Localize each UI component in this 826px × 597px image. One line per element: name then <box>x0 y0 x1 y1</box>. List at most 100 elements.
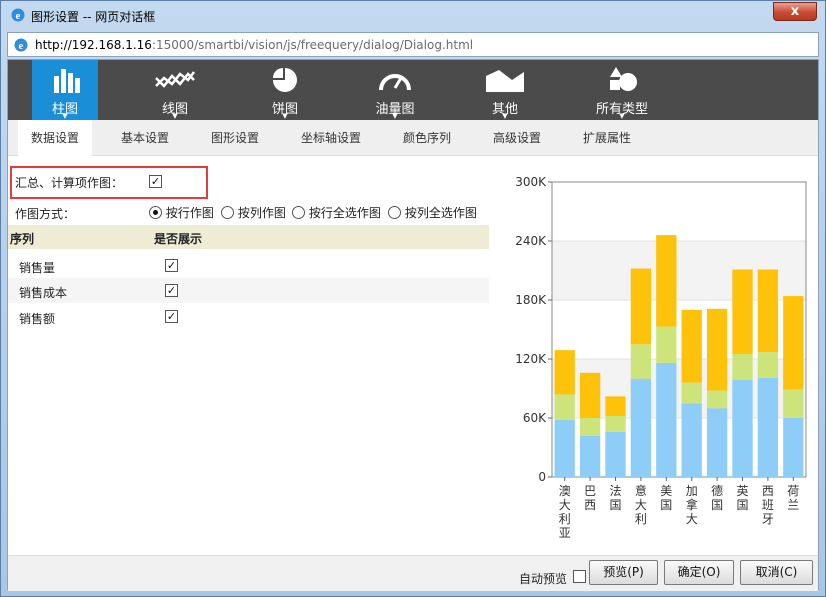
bar-segment <box>681 309 702 383</box>
summary-checkbox[interactable]: ✓ <box>149 175 162 188</box>
bar-segment <box>605 431 626 477</box>
x-tick-label: 西班牙 <box>762 484 774 526</box>
tab-basic-settings[interactable]: 基本设置 <box>108 120 182 156</box>
svg-text:e: e <box>19 40 24 52</box>
radio-selected-icon <box>149 206 162 219</box>
bar-segment <box>579 418 601 436</box>
bar-segment <box>605 396 626 417</box>
series-name: 销售量 <box>19 261 56 275</box>
series-name: 销售成本 <box>19 286 68 300</box>
bar-segment <box>656 235 677 327</box>
plot-band <box>552 182 806 241</box>
series-show-checkbox[interactable]: ✓ <box>165 310 178 323</box>
gauge-icon <box>379 74 411 91</box>
y-tick-label: 120K <box>515 352 547 366</box>
x-tick-label: 法国 <box>609 484 621 512</box>
title-bar: e 图形设置 -- 网页对话框 x <box>1 1 825 31</box>
y-tick-label: 180K <box>515 293 547 307</box>
tab-extended-properties[interactable]: 扩展属性 <box>570 120 644 156</box>
bar-segment <box>681 382 702 404</box>
bar-segment <box>630 344 652 379</box>
series-show-checkbox[interactable]: ✓ <box>165 259 178 272</box>
caret-down-icon: ▼ <box>172 112 178 120</box>
tab-axis-settings[interactable]: 坐标轴设置 <box>288 120 374 156</box>
header-show: 是否展示 <box>154 232 203 246</box>
bar-segment <box>783 418 804 477</box>
chart-type-pie-item[interactable]: 饼图 ▼ <box>252 60 318 120</box>
radio-by-row-all[interactable]: 按行全选作图 <box>292 204 381 220</box>
preview-button[interactable]: 预览(P) <box>589 560 658 585</box>
x-tick-label: 荷兰 <box>787 484 799 512</box>
bar-segment <box>757 269 779 353</box>
bar-segment <box>706 390 728 409</box>
tab-advanced-settings[interactable]: 高级设置 <box>480 120 554 156</box>
radio-by-row[interactable]: 按行作图 <box>149 204 214 220</box>
all-types-icon <box>610 67 637 91</box>
bar-segment <box>732 269 753 355</box>
radio-by-column-all[interactable]: 按列全选作图 <box>388 204 477 220</box>
bar-segment <box>757 377 779 477</box>
bar-segment <box>605 416 626 432</box>
bar-segment <box>630 378 652 477</box>
window-title: 图形设置 -- 网页对话框 <box>31 10 156 24</box>
area-chart-icon <box>486 70 524 92</box>
caret-down-icon: ▼ <box>502 112 508 120</box>
y-tick-label: 240K <box>515 234 547 248</box>
header-series: 序列 <box>10 232 35 246</box>
radio-by-column[interactable]: 按列作图 <box>221 204 286 220</box>
bar-segment <box>783 389 804 418</box>
y-tick-label: 0 <box>538 470 546 484</box>
line-chart-icon <box>155 71 195 88</box>
x-tick-label: 美国 <box>660 484 672 512</box>
series-name: 销售额 <box>19 312 56 326</box>
bar-segment <box>757 352 779 378</box>
chart-type-bar-item[interactable]: 柱图 ▼ <box>32 60 98 120</box>
auto-preview-checkbox[interactable] <box>573 570 586 583</box>
chart-mode-label: 作图方式： <box>15 207 76 221</box>
radio-icon <box>292 206 305 219</box>
url-path: :15000/smartbi/vision/js/freequery/dialo… <box>151 38 474 52</box>
auto-preview-label: 自动预览 <box>519 572 568 586</box>
x-tick-label: 德国 <box>711 483 723 512</box>
series-show-checkbox[interactable]: ✓ <box>165 284 178 297</box>
x-tick-label: 意大利 <box>635 483 647 526</box>
cancel-button[interactable]: 取消(C) <box>740 560 813 585</box>
bar-segment <box>706 308 728 391</box>
chart-type-bar: 柱图 ▼ 线图 ▼ 饼图 ▼ 油量图 ▼ 其他 ▼ 所有类型 ▼ <box>8 60 818 120</box>
bar-segment <box>579 372 601 418</box>
y-tick-label: 300K <box>515 175 547 189</box>
bar-segment <box>732 379 753 477</box>
radio-icon <box>221 206 234 219</box>
caret-down-icon: ▼ <box>619 112 625 120</box>
ie-icon: e <box>11 8 25 22</box>
svg-text:e: e <box>16 10 21 22</box>
caret-down-icon: ▼ <box>282 112 288 120</box>
bar-segment <box>656 362 677 477</box>
bar-segment <box>656 326 677 363</box>
bar-segment <box>554 394 575 420</box>
tab-color-series[interactable]: 颜色序列 <box>390 120 464 156</box>
table-row: 销售量 ✓ <box>8 253 489 278</box>
caret-down-icon: ▼ <box>392 112 398 120</box>
ok-button[interactable]: 确定(O) <box>664 560 734 585</box>
close-button[interactable]: x <box>773 2 817 21</box>
tab-graphic-settings[interactable]: 图形设置 <box>198 120 272 156</box>
address-bar: e http://192.168.1.16:15000/smartbi/visi… <box>7 32 819 57</box>
radio-label: 按行作图 <box>165 206 214 220</box>
radio-label: 按列作图 <box>237 206 286 220</box>
summary-label: 汇总、计算项作图： <box>15 176 124 190</box>
x-tick-label: 巴西 <box>584 484 596 512</box>
bar-segment <box>579 435 601 477</box>
url-text: http://192.168.1.16:15000/smartbi/vision… <box>35 38 473 52</box>
chart-type-gauge-item[interactable]: 油量图 ▼ <box>362 60 428 120</box>
chart-type-line-item[interactable]: 线图 ▼ <box>142 60 208 120</box>
dialog-content: 柱图 ▼ 线图 ▼ 饼图 ▼ 油量图 ▼ 其他 ▼ 所有类型 ▼ 数据设置 基本… <box>7 59 819 591</box>
bar-segment <box>554 350 575 395</box>
chart-type-other-item[interactable]: 其他 ▼ <box>472 60 538 120</box>
chart-preview: 0 60K 120K 180K 240K 300K 澳大利亚 巴西法国 意大利 美国 加拿大 德国英国… <box>515 175 807 540</box>
x-tick-label: 英国 <box>736 484 748 512</box>
bar-segment <box>630 268 652 345</box>
tab-data-settings[interactable]: 数据设置 <box>18 120 92 157</box>
chart-type-all-item[interactable]: 所有类型 ▼ <box>582 60 662 120</box>
x-tick-label: 加拿大 <box>686 484 698 526</box>
